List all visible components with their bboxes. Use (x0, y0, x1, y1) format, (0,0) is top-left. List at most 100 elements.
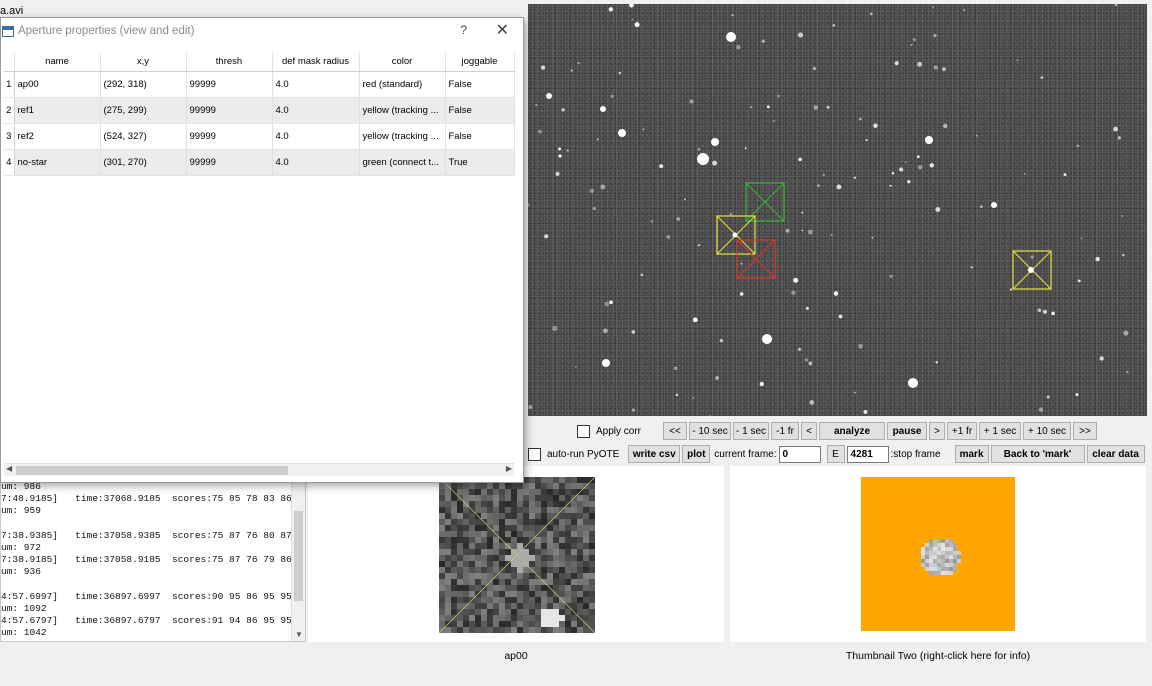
column-header-xy[interactable]: x,y (100, 53, 187, 72)
column-header-name[interactable]: name (14, 53, 101, 72)
back-10-sec-button[interactable]: - 10 sec (689, 422, 732, 440)
log-scrollbar[interactable]: ▼ (291, 481, 305, 641)
log-text: um: 986 7:48.9185] time:37068.9185 score… (1, 481, 292, 639)
column-header-color[interactable]: color (359, 53, 446, 72)
cell-xy[interactable]: (275, 299) (100, 97, 187, 124)
table-row[interactable]: 3 ref2 (524, 327) 99999 4.0 yellow (trac… (4, 123, 515, 150)
cell-joggable[interactable]: False (445, 71, 515, 98)
cell-xy[interactable]: (292, 318) (100, 71, 187, 98)
mask-pixel (933, 551, 937, 555)
forward-all-button[interactable]: >> (1073, 422, 1098, 440)
cell-radius[interactable]: 4.0 (272, 97, 360, 124)
cell-color[interactable]: yellow (tracking ... (359, 123, 446, 150)
dialog-titlebar[interactable]: Aperture properties (view and edit) ? ✕ (1, 18, 523, 44)
star (907, 180, 911, 184)
pixel (559, 537, 565, 543)
cell-radius[interactable]: 4.0 (272, 149, 360, 176)
help-icon[interactable]: ? (460, 23, 467, 37)
cell-color[interactable]: yellow (tracking ... (359, 97, 446, 124)
pixel (535, 501, 541, 507)
pixel (553, 543, 559, 549)
table-row[interactable]: 4 no-star (301, 270) 99999 4.0 green (co… (4, 149, 515, 176)
clear-data-button[interactable]: clear data (1086, 445, 1145, 463)
cell-name[interactable]: no-star (14, 149, 101, 176)
column-header-radius[interactable]: def mask radius (272, 53, 360, 72)
auto-run-pyote-checkbox[interactable] (528, 447, 541, 461)
scroll-down-icon[interactable]: ▼ (295, 630, 303, 639)
pause-button[interactable]: pause (887, 422, 928, 440)
table-row[interactable]: 2 ref1 (275, 299) 99999 4.0 yellow (trac… (4, 97, 515, 124)
table-horizontal-scrollbar[interactable]: ◀ ▶ (4, 463, 514, 476)
pixel (499, 489, 505, 495)
thumbnail-one-panel[interactable] (308, 466, 724, 642)
cell-thresh[interactable]: 99999 (186, 71, 273, 98)
e-button[interactable]: E (826, 445, 845, 463)
pixel (523, 609, 529, 615)
star (826, 105, 830, 109)
cell-radius[interactable]: 4.0 (272, 71, 360, 98)
cell-thresh[interactable]: 99999 (186, 123, 273, 150)
pixel (493, 567, 499, 573)
current-frame-input[interactable]: 0 (778, 445, 821, 463)
aperture-table[interactable]: name x,y thresh def mask radius color jo… (4, 53, 515, 176)
scroll-left-icon[interactable]: ◀ (6, 464, 12, 473)
forward-1-sec-button[interactable]: + 1 sec (979, 422, 1022, 440)
cell-xy[interactable]: (524, 327) (100, 123, 187, 150)
pixel (511, 627, 517, 633)
thumbnail-two-image[interactable] (861, 477, 1015, 631)
cell-color[interactable]: green (connect t... (359, 149, 446, 176)
cell-color[interactable]: red (standard) (359, 71, 446, 98)
thumbnail-two-panel[interactable] (730, 466, 1146, 642)
analyze-button[interactable]: analyze (819, 422, 886, 440)
log-scroll-thumb[interactable] (294, 511, 303, 601)
thumbnail-one-image[interactable] (439, 477, 595, 633)
cell-name[interactable]: ref2 (14, 123, 101, 150)
step-back-button[interactable]: < (801, 422, 818, 440)
stop-frame-input[interactable]: 4281 (846, 445, 889, 463)
cell-joggable[interactable]: False (445, 123, 515, 150)
back-1-frame-button[interactable]: -1 fr (771, 422, 800, 440)
back-to-mark-button[interactable]: Back to 'mark' (990, 445, 1085, 463)
cell-joggable[interactable]: False (445, 97, 515, 124)
apply-corr-checkbox[interactable] (577, 424, 590, 438)
window-filename: a.avi (0, 5, 24, 17)
row-number[interactable]: 3 (4, 123, 15, 150)
pixel (559, 627, 565, 633)
step-forward-button[interactable]: > (929, 422, 946, 440)
rewind-all-button[interactable]: << (663, 422, 688, 440)
log-output[interactable]: um: 986 7:48.9185] time:37068.9185 score… (0, 480, 306, 642)
aperture-properties-dialog[interactable]: Aperture properties (view and edit) ? ✕ … (0, 17, 524, 483)
star (631, 18, 634, 21)
table-row[interactable]: 1 ap00 (292, 318) 99999 4.0 red (standar… (4, 71, 515, 98)
pixel (493, 609, 499, 615)
close-icon[interactable]: ✕ (496, 20, 509, 40)
column-header-thresh[interactable]: thresh (186, 53, 273, 72)
scroll-right-icon[interactable]: ▶ (506, 464, 512, 473)
cell-radius[interactable]: 4.0 (272, 123, 360, 150)
table-scroll-thumb[interactable] (16, 466, 288, 475)
plot-button[interactable]: plot (682, 445, 711, 463)
row-number[interactable]: 4 (4, 149, 15, 176)
back-1-sec-button[interactable]: - 1 sec (733, 422, 770, 440)
cell-thresh[interactable]: 99999 (186, 149, 273, 176)
pixel (535, 567, 541, 573)
cell-name[interactable]: ref1 (14, 97, 101, 124)
column-header-joggable[interactable]: joggable (445, 53, 515, 72)
forward-1-frame-button[interactable]: +1 fr (947, 422, 978, 440)
forward-10-sec-button[interactable]: + 10 sec (1023, 422, 1072, 440)
cell-thresh[interactable]: 99999 (186, 97, 273, 124)
pixel (565, 573, 571, 579)
cell-joggable[interactable]: True (445, 149, 515, 176)
thumbnail-two-caption[interactable]: Thumbnail Two (right-click here for info… (730, 650, 1146, 662)
pixel (523, 495, 529, 501)
cell-xy[interactable]: (301, 270) (100, 149, 187, 176)
write-csv-button[interactable]: write csv (628, 445, 681, 463)
row-number[interactable]: 1 (4, 71, 15, 98)
row-number[interactable]: 2 (4, 97, 15, 124)
pixel (463, 513, 469, 519)
mask-pixel (941, 551, 945, 555)
video-frame[interactable] (528, 4, 1147, 416)
mark-button[interactable]: mark (954, 445, 989, 463)
pixel (445, 591, 451, 597)
cell-name[interactable]: ap00 (14, 71, 101, 98)
